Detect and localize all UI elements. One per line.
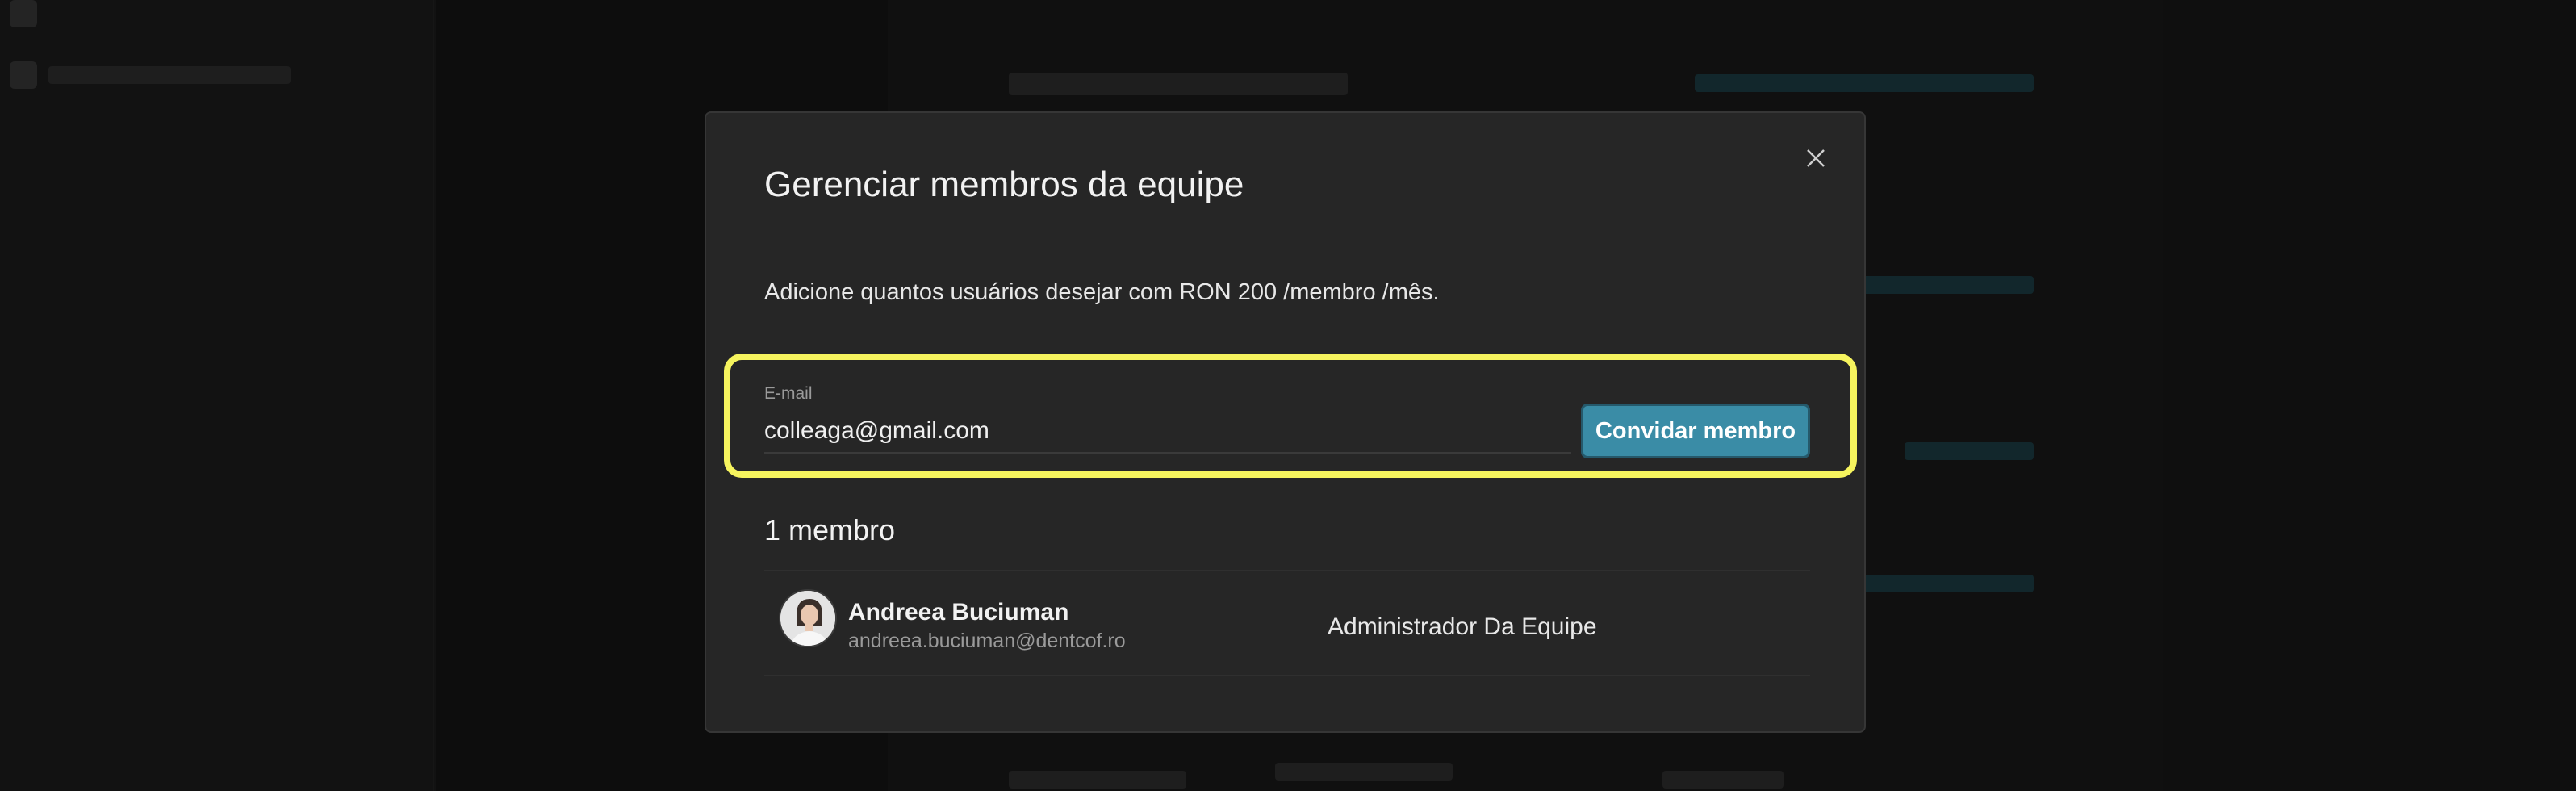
background-text-placeholder [1009,771,1186,789]
manage-team-modal: Gerenciar membros da equipe Adicione qua… [705,111,1866,733]
sidebar-divider [433,0,434,791]
background-heading-placeholder [1009,73,1348,95]
member-row: Andreea Buciuman andreea.buciuman@dentco… [764,571,1810,672]
invite-member-button[interactable]: Convidar membro [1581,404,1810,458]
nav-label-placeholder [48,66,291,84]
close-button[interactable] [1800,142,1832,174]
avatar-photo [780,591,835,646]
background-nav-item [10,61,291,89]
background-right-panel [2163,0,2576,791]
member-role: Administrador Da Equipe [1328,613,1597,640]
members-count-heading: 1 membro [764,513,896,546]
row-divider [764,675,1810,676]
background-text-placeholder [1662,771,1784,789]
member-email: andreea.buciuman@dentcof.ro [848,630,1126,652]
background-sidebar [0,0,436,791]
member-name: Andreea Buciuman [848,599,1069,626]
email-field-label: E-mail [764,384,813,403]
background-text-placeholder [1275,763,1453,781]
email-field[interactable] [764,410,1571,454]
close-icon [1807,149,1825,167]
background-link-placeholder [1695,74,2034,92]
nav-icon [10,61,37,89]
modal-title: Gerenciar membros da equipe [764,165,1244,204]
background-nav-item [10,0,37,27]
nav-icon [10,0,37,27]
background-link-placeholder [1905,442,2034,460]
avatar [779,589,837,647]
pricing-description: Adicione quantos usuários desejar com RO… [764,279,1440,305]
